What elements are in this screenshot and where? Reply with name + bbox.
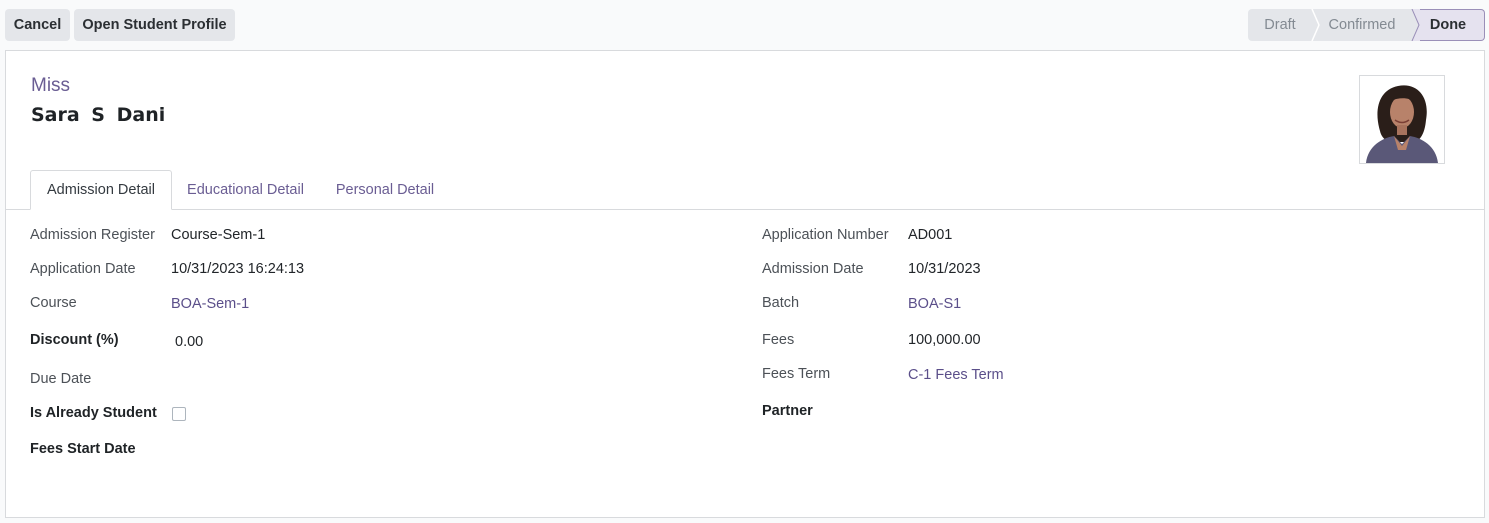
- discount-label: Discount (%): [30, 332, 119, 348]
- partner-label: Partner: [762, 403, 813, 419]
- student-name[interactable]: Sara S Dani: [31, 104, 165, 126]
- control-panel: Cancel Open Student Profile Draft Confir…: [0, 0, 1489, 50]
- application-number-label: Application Number: [762, 227, 889, 243]
- status-confirmed[interactable]: Confirmed: [1312, 9, 1412, 41]
- admission-register-label: Admission Register: [30, 227, 155, 243]
- admission-register-value[interactable]: Course-Sem-1: [171, 227, 265, 243]
- status-current-arrow-icon: [1406, 9, 1420, 41]
- tab-admission-detail[interactable]: Admission Detail: [30, 170, 172, 210]
- fees-start-date-label: Fees Start Date: [30, 441, 136, 457]
- tab-personal-detail[interactable]: Personal Detail: [320, 170, 450, 210]
- open-student-profile-button[interactable]: Open Student Profile: [74, 9, 235, 41]
- fees-term-label: Fees Term: [762, 366, 831, 382]
- application-date-label: Application Date: [30, 261, 136, 277]
- course-link[interactable]: BOA-Sem-1: [171, 296, 249, 312]
- status-draft[interactable]: Draft: [1248, 9, 1312, 41]
- tab-educational-detail[interactable]: Educational Detail: [174, 170, 317, 210]
- title-prefix[interactable]: Miss: [31, 75, 70, 97]
- form-sheet: Miss Sara S Dani Admission Detail Educat…: [5, 50, 1485, 518]
- status-done[interactable]: Done: [1412, 9, 1485, 41]
- cancel-button[interactable]: Cancel: [5, 9, 70, 41]
- student-photo-icon: [1360, 76, 1444, 163]
- student-photo[interactable]: [1359, 75, 1445, 164]
- status-bar: Draft Confirmed Done: [1248, 9, 1485, 41]
- batch-link[interactable]: BOA-S1: [908, 296, 961, 312]
- is-already-student-checkbox[interactable]: [172, 407, 186, 421]
- course-label: Course: [30, 295, 77, 311]
- is-already-student-label: Is Already Student: [30, 405, 157, 421]
- due-date-label: Due Date: [30, 371, 92, 387]
- batch-label: Batch: [762, 295, 800, 311]
- application-number-value[interactable]: AD001: [908, 227, 952, 243]
- status-separator-arrow-icon: [1306, 9, 1320, 41]
- admission-date-label: Admission Date: [762, 261, 864, 277]
- application-date-value[interactable]: 10/31/2023 16:24:13: [171, 261, 304, 277]
- notebook-tabs: Admission Detail Educational Detail Pers…: [6, 170, 1484, 210]
- fees-label: Fees: [762, 332, 795, 348]
- discount-input[interactable]: 0.00: [175, 334, 203, 350]
- fees-value[interactable]: 100,000.00: [908, 332, 981, 348]
- fees-term-link[interactable]: C-1 Fees Term: [908, 367, 1004, 383]
- admission-date-value[interactable]: 10/31/2023: [908, 261, 981, 277]
